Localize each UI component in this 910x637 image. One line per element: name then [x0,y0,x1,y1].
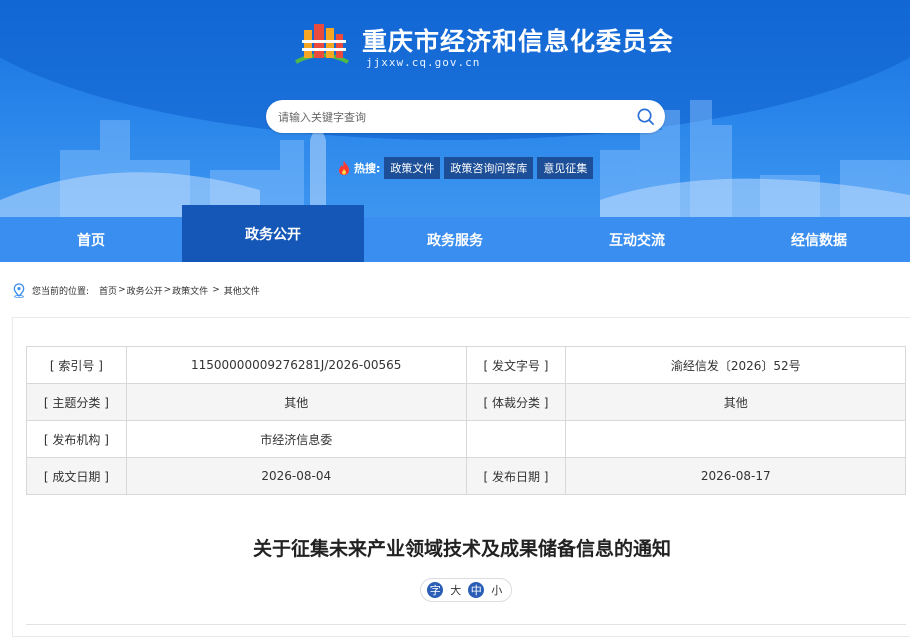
breadcrumb-prefix: 您当前的位置: [32,286,90,297]
font-size-medium-button[interactable]: 中 [468,582,485,598]
search-icon[interactable] [636,107,655,126]
meta-value-publishing-agency: 市经济信息委 [125,420,467,458]
breadcrumb-other-files[interactable]: 其他文件 [224,284,260,297]
nav-government-affairs[interactable]: 政务公开 [182,205,364,262]
nav-home[interactable]: 首页 [0,217,182,262]
table-row: [ 成文日期 ] 2026-08-04 [ 发布日期 ] 2026-08-17 [26,457,906,495]
meta-value-written-date: 2026-08-04 [125,457,467,495]
document-metadata-table: [ 索引号 ] 11500000009276281J/2026-00565 [ … [26,346,906,495]
font-size-switcher: 字 大 中 小 [420,578,512,602]
table-row: [ 主题分类 ] 其他 [ 体裁分类 ] 其他 [26,383,906,421]
breadcrumb-separator: > [212,285,220,295]
building-logo-icon [295,24,349,64]
main-nav: 首页 政务公开 政务服务 互动交流 经信数据 [0,205,910,262]
meta-value-genre-category: 其他 [565,383,906,421]
hot-tag-policy-files[interactable]: 政策文件 [384,157,441,179]
hot-search-label: 热搜: [354,162,381,175]
meta-value-index-number: 11500000009276281J/2026-00565 [125,346,467,384]
hot-tag-opinion-collection[interactable]: 意见征集 [537,157,594,179]
header-banner: 重庆市经济和信息化委员会 jjxxw.cq.gov.cn 热搜: 政策文件 政策… [0,0,910,217]
hot-search: 热搜: 政策文件 政策咨询问答库 意见征集 [337,157,597,179]
fire-icon [339,161,349,175]
meta-value-topic-category: 其他 [125,383,467,421]
meta-key-written-date: [ 成文日期 ] [26,457,127,495]
site-domain: jjxxw.cq.gov.cn [366,56,481,69]
nav-government-services[interactable]: 政务服务 [364,217,546,262]
site-title: 重庆市经济和信息化委员会 [362,27,675,56]
breadcrumb: 您当前的位置: 首页 > 政务公开 > 政策文件 > 其他文件 [12,282,260,298]
table-row: [ 索引号 ] 11500000009276281J/2026-00565 [ … [26,346,906,384]
nav-economic-data[interactable]: 经信数据 [728,217,910,262]
location-pin-icon [13,282,25,298]
search-input[interactable] [278,107,618,127]
meta-key-publishing-agency: [ 发布机构 ] [26,420,127,458]
font-size-large-button[interactable]: 大 [448,582,464,598]
divider [26,624,906,625]
font-size-label: 字 [427,582,444,598]
breadcrumb-home[interactable]: 首页 [99,284,117,297]
search-box [266,100,665,133]
meta-value-document-number: 渝经信发〔2026〕52号 [565,346,906,384]
meta-key-publish-date: [ 发布日期 ] [465,457,567,495]
meta-key-topic-category: [ 主题分类 ] [26,383,127,421]
meta-value-empty [565,420,906,458]
table-row: [ 发布机构 ] 市经济信息委 [26,420,906,458]
hot-tag-policy-qa[interactable]: 政策咨询问答库 [444,157,534,179]
breadcrumb-separator: > [163,285,172,295]
document-panel: [ 索引号 ] 11500000009276281J/2026-00565 [ … [12,317,910,637]
meta-key-empty [465,420,567,458]
breadcrumb-policy-files[interactable]: 政策文件 [172,284,208,297]
document-title: 关于征集未来产业领域技术及成果储备信息的通知 [252,538,671,560]
breadcrumb-separator: > [118,285,126,295]
meta-value-publish-date: 2026-08-17 [565,457,906,495]
meta-key-index-number: [ 索引号 ] [26,346,127,384]
breadcrumb-government-affairs[interactable]: 政务公开 [127,284,163,297]
font-size-small-button[interactable]: 小 [489,582,505,598]
nav-interaction[interactable]: 互动交流 [546,217,728,262]
meta-key-genre-category: [ 体裁分类 ] [465,383,567,421]
meta-key-document-number: [ 发文字号 ] [465,346,567,384]
